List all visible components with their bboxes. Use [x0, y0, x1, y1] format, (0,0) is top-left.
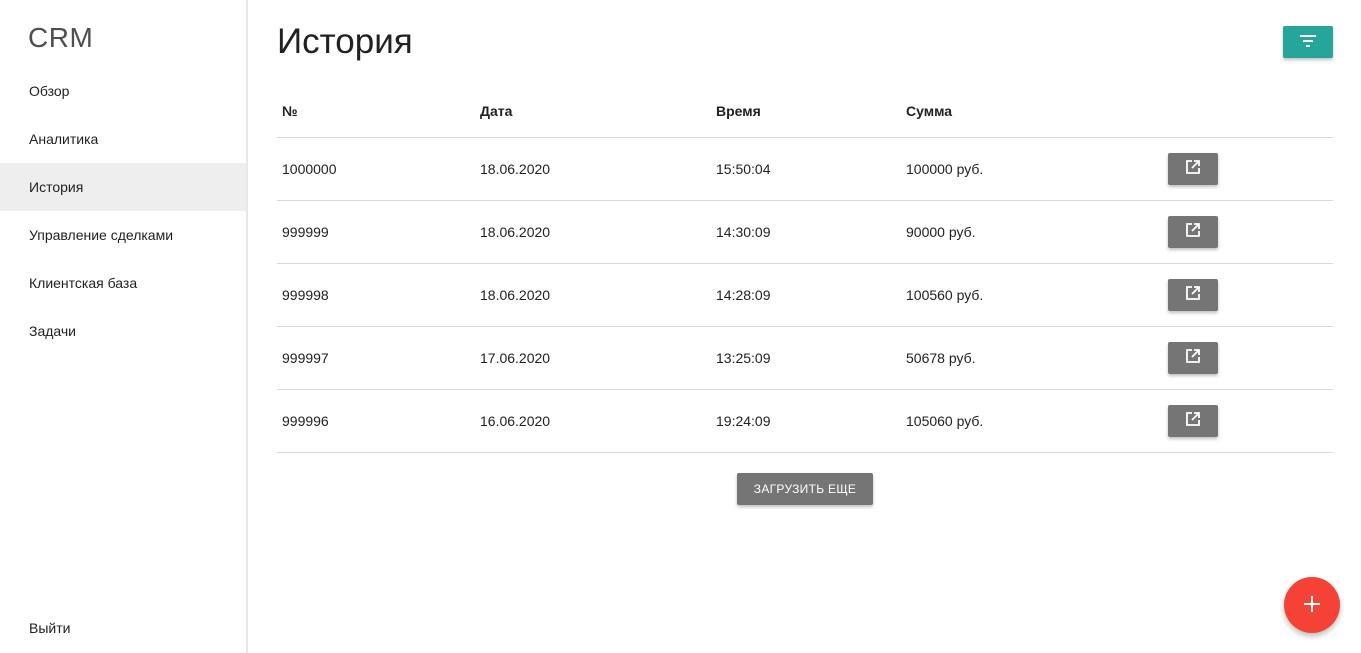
cell-time: 14:30:09: [711, 200, 901, 264]
sidebar-item-clients[interactable]: Клиентская база: [0, 259, 246, 307]
sidebar-item-overview[interactable]: Обзор: [0, 67, 246, 115]
cell-date: 17.06.2020: [475, 326, 711, 390]
open-in-new-icon: [1186, 160, 1200, 177]
sidebar-item-analytics[interactable]: Аналитика: [0, 115, 246, 163]
open-order-button[interactable]: [1168, 152, 1218, 185]
table-row: 1000000 18.06.2020 15:50:04 100000 руб.: [277, 137, 1333, 201]
cell-sum: 100560 руб.: [901, 263, 1163, 327]
cell-date: 18.06.2020: [475, 263, 711, 327]
history-table: № Дата Время Сумма 1000000 18.06.2020 15…: [277, 86, 1333, 453]
column-header-sum: Сумма: [901, 86, 1163, 138]
open-in-new-icon: [1186, 223, 1200, 240]
table-row: 999996 16.06.2020 19:24:09 105060 руб.: [277, 389, 1333, 453]
table-row: 999999 18.06.2020 14:30:09 90000 руб.: [277, 200, 1333, 264]
add-button[interactable]: [1284, 577, 1340, 633]
add-icon: [1303, 595, 1321, 616]
cell-number: 1000000: [277, 137, 475, 201]
sidebar: CRM Обзор Аналитика История Управление с…: [0, 0, 248, 653]
cell-number: 999996: [277, 389, 475, 453]
cell-actions: [1163, 200, 1333, 264]
open-order-button[interactable]: [1168, 215, 1218, 248]
table-row: 999997 17.06.2020 13:25:09 50678 руб.: [277, 326, 1333, 390]
cell-number: 999998: [277, 263, 475, 327]
cell-sum: 50678 руб.: [901, 326, 1163, 390]
logout-link[interactable]: Выйти: [29, 620, 70, 636]
sidebar-item-tasks[interactable]: Задачи: [0, 307, 246, 355]
filter-list-icon: [1299, 34, 1317, 50]
cell-date: 16.06.2020: [475, 389, 711, 453]
column-header-time: Время: [711, 86, 901, 138]
cell-actions: [1163, 389, 1333, 453]
table-header-row: № Дата Время Сумма: [277, 86, 1333, 138]
cell-number: 999997: [277, 326, 475, 390]
open-in-new-icon: [1186, 286, 1200, 303]
cell-sum: 105060 руб.: [901, 389, 1163, 453]
cell-actions: [1163, 137, 1333, 201]
column-header-number: №: [277, 86, 475, 138]
cell-time: 15:50:04: [711, 137, 901, 201]
cell-number: 999999: [277, 200, 475, 264]
cell-time: 13:25:09: [711, 326, 901, 390]
cell-actions: [1163, 263, 1333, 327]
cell-actions: [1163, 326, 1333, 390]
main-content: История № Дата Время Сумма 1000000 18.06…: [277, 0, 1333, 653]
cell-time: 14:28:09: [711, 263, 901, 327]
filter-button[interactable]: [1283, 26, 1333, 58]
cell-time: 19:24:09: [711, 389, 901, 453]
column-header-date: Дата: [475, 86, 711, 138]
open-order-button[interactable]: [1168, 404, 1218, 437]
open-in-new-icon: [1186, 349, 1200, 366]
open-order-button[interactable]: [1168, 278, 1218, 311]
table-row: 999998 18.06.2020 14:28:09 100560 руб.: [277, 263, 1333, 327]
cell-date: 18.06.2020: [475, 137, 711, 201]
cell-sum: 100000 руб.: [901, 137, 1163, 201]
open-order-button[interactable]: [1168, 341, 1218, 374]
sidebar-item-deals[interactable]: Управление сделками: [0, 211, 246, 259]
sidebar-nav: Обзор Аналитика История Управление сделк…: [0, 67, 246, 355]
page-title: История: [277, 22, 413, 61]
cell-sum: 90000 руб.: [901, 200, 1163, 264]
open-in-new-icon: [1186, 412, 1200, 429]
sidebar-item-history[interactable]: История: [0, 163, 246, 211]
column-header-actions: [1163, 86, 1333, 138]
cell-date: 18.06.2020: [475, 200, 711, 264]
load-more-button[interactable]: ЗАГРУЗИТЬ ЕЩЕ: [737, 473, 873, 505]
brand-logo[interactable]: CRM: [28, 22, 93, 54]
